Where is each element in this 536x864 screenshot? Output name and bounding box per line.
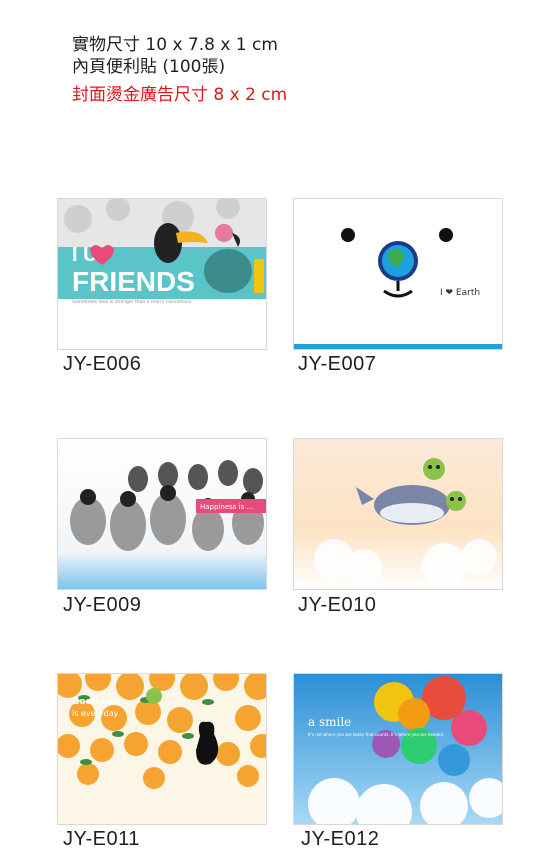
blue-bottom-bar bbox=[294, 344, 502, 349]
product-code-e010: JY-E010 bbox=[298, 594, 377, 616]
left-eye bbox=[341, 228, 355, 242]
product-card-e011[interactable]: Good Life is everyday bbox=[57, 673, 267, 825]
product-code-e006: JY-E006 bbox=[63, 353, 142, 375]
product-card-e007[interactable]: I ❤ Earth bbox=[293, 198, 503, 350]
earth-face-artwork: I ❤ Earth bbox=[294, 199, 502, 349]
whale-artwork bbox=[294, 439, 502, 589]
balloons-artwork: a smile It's not where you are today tha… bbox=[294, 674, 502, 824]
friends-artwork: I U FRIENDS Sometimes love is stronger t… bbox=[58, 199, 266, 349]
frog-icon bbox=[146, 688, 162, 704]
product-code-e011: JY-E011 bbox=[63, 828, 140, 850]
i-love-earth-text: I ❤ Earth bbox=[440, 288, 480, 298]
good-life-text: Good Life bbox=[72, 697, 120, 707]
frog-icon bbox=[423, 458, 445, 480]
right-eye bbox=[439, 228, 453, 242]
foil-spec: 封面燙金廣告尺寸 8 x 2 cm bbox=[72, 85, 288, 105]
size-spec: 實物尺寸 10 x 7.8 x 1 cm bbox=[72, 35, 278, 55]
product-code-e009: JY-E009 bbox=[63, 594, 142, 616]
friends-tagline: Sometimes love is stronger than a man's … bbox=[72, 299, 193, 305]
smiley-balloon bbox=[398, 698, 430, 730]
penguins-artwork: Happiness is ... bbox=[58, 439, 266, 589]
product-card-e006[interactable]: I U FRIENDS Sometimes love is stronger t… bbox=[57, 198, 267, 350]
product-specs: 實物尺寸 10 x 7.8 x 1 cm 內頁便利貼 (100張) 封面燙金廣告… bbox=[72, 34, 287, 106]
balloon-pink bbox=[451, 710, 487, 746]
product-card-e009[interactable]: Happiness is ... bbox=[57, 438, 267, 590]
product-card-e010[interactable] bbox=[293, 438, 503, 590]
product-card-e012[interactable]: a smile It's not where you are today tha… bbox=[293, 673, 503, 825]
everyday-text: is everyday bbox=[72, 709, 119, 718]
pages-spec: 內頁便利貼 (100張) bbox=[72, 57, 226, 77]
friends-text: FRIENDS bbox=[72, 266, 195, 297]
smile-quote-text: It's not where you are today that counts… bbox=[308, 732, 444, 737]
happiness-text: Happiness is ... bbox=[200, 503, 253, 511]
balloon-blue bbox=[438, 744, 470, 776]
oranges-artwork: Good Life is everyday bbox=[58, 674, 266, 824]
product-code-e007: JY-E007 bbox=[298, 353, 377, 375]
a-smile-text: a smile bbox=[308, 715, 351, 729]
product-code-e012: JY-E012 bbox=[301, 828, 380, 850]
